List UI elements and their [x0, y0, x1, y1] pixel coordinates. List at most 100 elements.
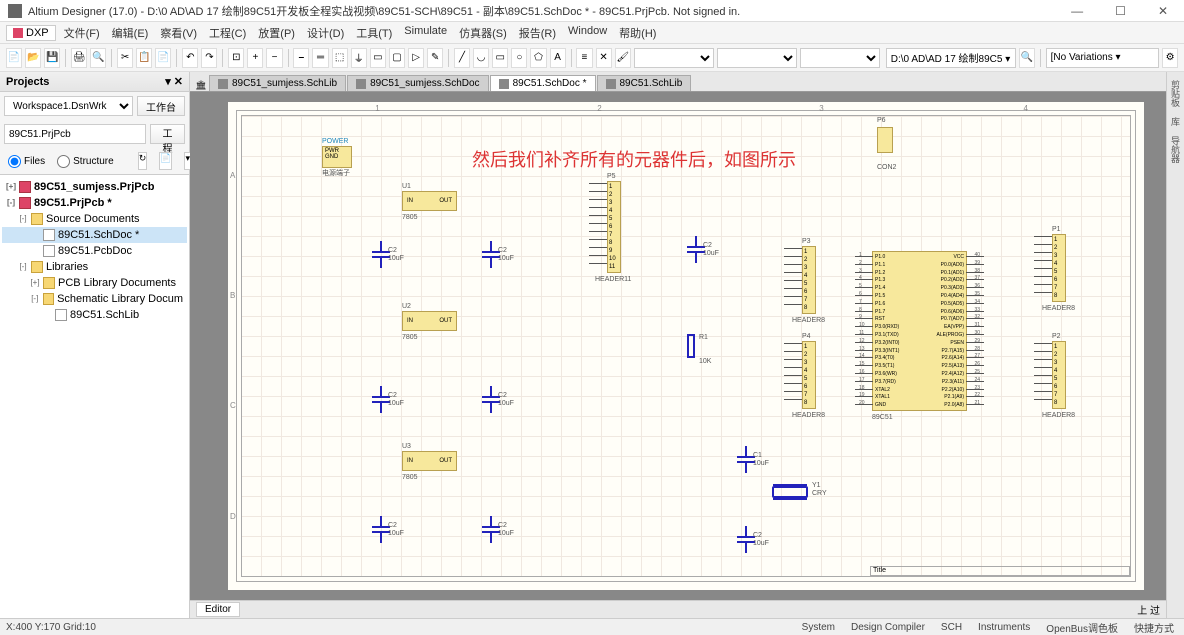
strip-library[interactable]: 库 [1168, 113, 1183, 130]
menu-放置(P)[interactable]: 放置(P) [252, 23, 301, 43]
close-button[interactable]: ✕ [1150, 4, 1176, 18]
menu-仿真器(S)[interactable]: 仿真器(S) [453, 23, 513, 43]
align-button[interactable]: ≡ [576, 48, 592, 68]
comp-p6[interactable]: P6 CON2 [877, 119, 893, 153]
strip-navigator[interactable]: 导航器 [1168, 132, 1183, 167]
doc-tab[interactable]: 89C51.SchLib [597, 75, 692, 91]
zoom-fit-button[interactable]: ⊡ [228, 48, 244, 68]
status-openbus[interactable]: OpenBus调色板 [1042, 620, 1122, 635]
comp-p5[interactable]: P5 1234567891011 HEADER11 [607, 181, 621, 273]
workspace-combo[interactable]: Workspace1.DsnWrk [4, 96, 133, 116]
menu-文件(F)[interactable]: 文件(F) [58, 23, 106, 43]
comp-p3[interactable]: P3 12345678 HEADER8 [802, 246, 816, 314]
power-port-button[interactable]: ⏚ [351, 48, 367, 68]
save-button[interactable]: 💾 [44, 48, 60, 68]
menu-Window[interactable]: Window [562, 23, 613, 43]
comp-u1[interactable]: U1 IN OUT 7805 [402, 191, 457, 211]
tree-item[interactable]: [-]Libraries [2, 259, 187, 275]
zoom-in-button[interactable]: + [247, 48, 263, 68]
comp-p1[interactable]: P1 12345678 HEADER8 [1052, 234, 1066, 302]
comp-capacitor[interactable]: C1 10uF [737, 446, 755, 473]
variations-combo[interactable] [1046, 48, 1159, 68]
comp-capacitor[interactable]: C2 10uF [372, 516, 390, 543]
menu-设计(D)[interactable]: 设计(D) [301, 23, 350, 43]
menu-编辑(E)[interactable]: 编辑(E) [106, 23, 155, 43]
copy-button[interactable]: 📋 [136, 48, 152, 68]
layer-combo[interactable] [634, 48, 714, 68]
workspace-button[interactable]: 工作台 [137, 96, 185, 116]
minimize-button[interactable]: — [1063, 4, 1091, 18]
status-system[interactable]: System [798, 622, 839, 633]
dxp-button[interactable]: DXP [6, 25, 56, 41]
zoom-out-button[interactable]: − [266, 48, 282, 68]
project-input[interactable] [4, 124, 146, 144]
brush-button[interactable]: 🖌 [615, 48, 631, 68]
structure-radio[interactable]: Structure [57, 155, 114, 168]
rect-button[interactable]: ▭ [492, 48, 508, 68]
comp-r1[interactable]: R1 10K [687, 334, 695, 358]
comp-capacitor[interactable]: C2 10uF [372, 241, 390, 268]
projects-header[interactable]: Projects ▾ ✕ [0, 72, 189, 92]
comp-capacitor[interactable]: C2 10uF [372, 386, 390, 413]
status-sch[interactable]: SCH [937, 622, 966, 633]
bus-button[interactable]: ═ [312, 48, 328, 68]
tree-item[interactable]: 89C51.SchDoc * [2, 227, 187, 243]
comp-capacitor[interactable]: C2 10uF [482, 241, 500, 268]
part-button[interactable]: ▭ [370, 48, 386, 68]
grid-combo[interactable] [800, 48, 880, 68]
port-button[interactable]: ▷ [408, 48, 424, 68]
variations-btn[interactable]: ⚙ [1162, 48, 1178, 68]
schematic-canvas[interactable]: 1 2 3 4 A B C D 然后我们补齐所有的元器件后，如图所示 [190, 92, 1166, 600]
paste-button[interactable]: 📄 [155, 48, 171, 68]
doc-tab[interactable]: 89C51.SchDoc * [490, 75, 596, 91]
menu-察看(V)[interactable]: 察看(V) [154, 23, 203, 43]
comp-capacitor[interactable]: C2 10uF [482, 386, 500, 413]
editor-controls[interactable]: 上 过 [1137, 602, 1160, 617]
status-design-compiler[interactable]: Design Compiler [847, 622, 929, 633]
settings-icon[interactable]: 📄 [159, 152, 172, 170]
cut-button[interactable]: ✂ [117, 48, 133, 68]
comp-p2[interactable]: P2 12345678 HEADER8 [1052, 341, 1066, 409]
line-button[interactable]: ╱ [454, 48, 470, 68]
refresh-icon[interactable]: ↻ [138, 152, 148, 170]
project-tree[interactable]: [+]89C51_sumjess.PrjPcb[-]89C51.PrjPcb *… [0, 174, 189, 618]
menu-帮助(H)[interactable]: 帮助(H) [613, 23, 662, 43]
comp-u2[interactable]: U2 IN OUT 7805 [402, 311, 457, 331]
comp-power[interactable]: POWER PWR GND 电源端子 [322, 146, 352, 168]
project-button[interactable]: 工程 [150, 124, 185, 144]
redo-button[interactable]: ↷ [201, 48, 217, 68]
net-label-button[interactable]: ⬚ [332, 48, 348, 68]
new-button[interactable]: 📄 [6, 48, 22, 68]
maximize-button[interactable]: ☐ [1107, 4, 1134, 18]
comp-capacitor[interactable]: C2 10uF [482, 516, 500, 543]
status-shortcuts[interactable]: 快捷方式 [1130, 620, 1178, 635]
wire-button[interactable]: ⎯ [293, 48, 309, 68]
snap-combo[interactable] [717, 48, 797, 68]
tree-item[interactable]: 89C51.SchLib [2, 307, 187, 323]
tab-home-button[interactable]: 🏛 [194, 80, 208, 91]
annotation-button[interactable]: ✎ [427, 48, 443, 68]
tree-item[interactable]: [-]Schematic Library Docum [2, 291, 187, 307]
tree-item[interactable]: [+]PCB Library Documents [2, 275, 187, 291]
tree-item[interactable]: [-]Source Documents [2, 211, 187, 227]
cross-probe-button[interactable]: ✕ [596, 48, 612, 68]
open-button[interactable]: 📂 [25, 48, 41, 68]
sheet-symbol-button[interactable]: ▢ [389, 48, 405, 68]
ellipse-button[interactable]: ○ [511, 48, 527, 68]
tree-item[interactable]: 89C51.PcbDoc [2, 243, 187, 259]
poly-button[interactable]: ⬠ [530, 48, 546, 68]
comp-p4[interactable]: P4 12345678 HEADER8 [802, 341, 816, 409]
print-button[interactable]: 🖨 [71, 48, 87, 68]
doc-tab[interactable]: 89C51_sumjess.SchLib [209, 75, 346, 91]
strip-clipboard[interactable]: 剪贴板 [1168, 76, 1183, 111]
comp-mcu[interactable]: P1.0VCC140P1.1P0.0(AD0)239P1.2P0.1(AD1)3… [872, 251, 967, 411]
comp-y1[interactable]: Y1 CRY [772, 486, 808, 498]
panel-menu-icon[interactable]: ▾ ✕ [165, 75, 183, 88]
status-instruments[interactable]: Instruments [974, 622, 1034, 633]
comp-capacitor[interactable]: C2 10uF [687, 236, 705, 263]
text-button[interactable]: A [550, 48, 566, 68]
undo-button[interactable]: ↶ [182, 48, 198, 68]
tree-item[interactable]: [+]89C51_sumjess.PrjPcb [2, 179, 187, 195]
path-combo[interactable] [886, 48, 1016, 68]
arc-button[interactable]: ◡ [473, 48, 489, 68]
